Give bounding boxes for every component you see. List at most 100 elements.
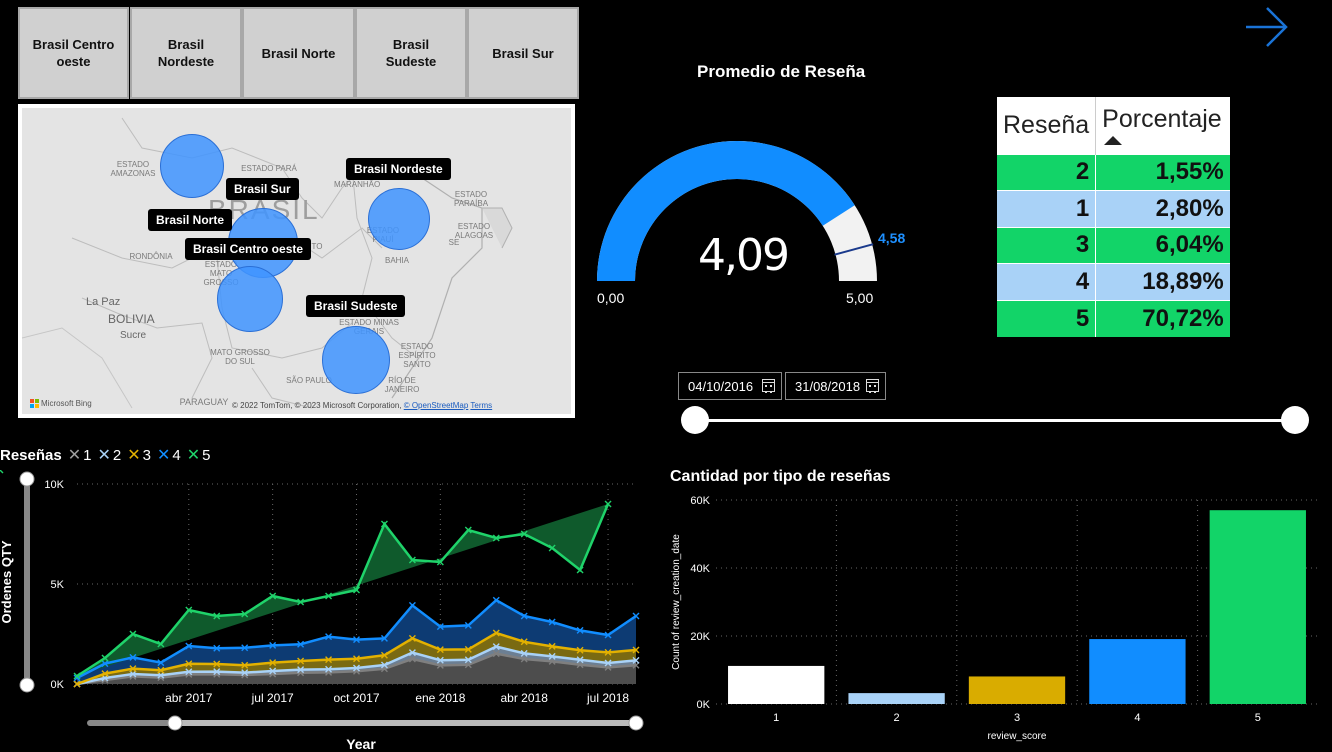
region-button-sudeste[interactable]: Brasil Sudeste: [355, 7, 467, 99]
map-bubble-norte[interactable]: [160, 134, 224, 198]
score-count-bar-chart: 0K 20K 40K 60K 1 2 3 4 5 review_score Count of rev…: [671, 495, 1318, 742]
bar-score-1[interactable]: [728, 665, 825, 704]
column-header-resena[interactable]: Reseña: [997, 97, 1097, 154]
map-tag-sudeste: Brasil Sudeste: [306, 295, 406, 317]
y-tick-label: 5K: [51, 579, 65, 591]
y-tick-label: 0K: [51, 679, 65, 691]
table-row[interactable]: 3 6,04%: [997, 226, 1230, 264]
y-tick-label: 60K: [690, 495, 710, 507]
calendar-icon[interactable]: [762, 379, 775, 393]
y-tick-label: 0K: [697, 699, 711, 711]
calendar-icon[interactable]: [866, 379, 879, 393]
map-tag-norte: Brasil Norte: [148, 209, 233, 231]
percentage-cell: 6,04%: [1095, 226, 1230, 264]
gauge-min-label: 0,00: [597, 290, 625, 306]
y-tick-label: 10K: [44, 479, 64, 491]
map-label-sucre: Sucre: [120, 330, 147, 341]
bar-chart-title: Cantidad por tipo de reseñas: [670, 468, 891, 485]
legend-label: 5: [202, 446, 211, 464]
microsoft-logo-icon: [30, 399, 39, 408]
map-bubble-sudeste[interactable]: [322, 326, 390, 394]
bing-logo: Microsoft Bing: [30, 399, 92, 408]
legend-item-4[interactable]: ✕ 4: [157, 445, 181, 465]
map-label-mato-grosso-sul: MATO GROSSO DO SUL: [210, 348, 270, 366]
percentage-cell: 2,80%: [1095, 190, 1230, 227]
next-page-arrow-icon[interactable]: [1243, 5, 1291, 49]
legend-label: 4: [172, 446, 181, 464]
region-button-norte[interactable]: Brasil Norte: [242, 7, 355, 99]
score-cell: 5: [997, 299, 1097, 337]
map-bubble-nordeste[interactable]: [368, 188, 430, 250]
map-label-espirito: ESTADO ESPÍRITO SANTO: [398, 342, 436, 369]
x-tick-label: oct 2017: [333, 691, 379, 705]
legend-marker-icon: ✕: [186, 447, 201, 464]
score-cell: 3: [997, 226, 1097, 264]
y-range-top-handle[interactable]: [19, 471, 35, 487]
date-range-end-handle[interactable]: [1281, 406, 1309, 434]
map-label-rondonia: RONDÔNIA: [129, 252, 173, 261]
legend-label: 3: [142, 446, 151, 464]
score-percentage-table: Reseña Porcentaje 2 1,55% 1 2,80% 3 6,04% 4 18,…: [997, 97, 1230, 337]
map-label-bahia: BAHIA: [384, 256, 409, 265]
x-tick-label: 2: [894, 712, 900, 724]
start-date-input[interactable]: 04/10/2016: [678, 372, 782, 400]
x-range-end-handle[interactable]: [628, 715, 644, 731]
y-range-bottom-handle[interactable]: [19, 677, 35, 693]
column-header-porcentaje[interactable]: Porcentaje: [1095, 97, 1230, 154]
y-axis-label: Ordenes QTY: [0, 540, 14, 623]
legend-item-5[interactable]: ✕ 5: [187, 445, 211, 465]
map-label-paraiba: ESTADO PARAÍBA: [453, 190, 489, 208]
map-bubble-centro-oeste[interactable]: [217, 266, 283, 332]
x-tick-label: abr 2018: [501, 691, 549, 705]
region-map[interactable]: ESTADO AMAZONAS ESTADO PARÁ MARANHÃO RON…: [18, 104, 575, 418]
gauge-max-label: 5,00: [846, 290, 874, 306]
gauge-value: 4,09: [698, 230, 790, 281]
y-tick-label: 20K: [690, 631, 710, 643]
percentage-cell: 70,72%: [1095, 299, 1230, 337]
map-attribution-text: © 2022 TomTom, © 2023 Microsoft Corporat…: [232, 401, 404, 410]
date-range-start-handle[interactable]: [681, 406, 709, 434]
legend-title: Reseñas: [0, 446, 62, 464]
table-row[interactable]: 5 70,72%: [997, 299, 1230, 337]
table-row[interactable]: 4 18,89%: [997, 263, 1230, 300]
x-tick-label: jul 2018: [586, 691, 629, 705]
legend-label: 1: [83, 446, 92, 464]
legend-item-1[interactable]: ✕ 1: [68, 445, 92, 465]
score-cell: 2: [997, 153, 1097, 191]
legend-item-2[interactable]: ✕ 2: [97, 445, 121, 465]
end-date-value: 31/08/2018: [795, 378, 861, 394]
legend-item-3[interactable]: ✕ 3: [127, 445, 151, 465]
map-label-se: SE: [448, 238, 460, 247]
x-tick-label: jul 2017: [251, 691, 294, 705]
map-label-para: ESTADO PARÁ: [241, 164, 297, 173]
map-label-maranhao: MARANHÃO: [334, 180, 381, 189]
column-header-resena-label: Reseña: [1003, 110, 1090, 139]
x-tick-label: 5: [1255, 712, 1261, 724]
bing-label: Microsoft Bing: [41, 399, 92, 408]
gauge-target-label: 4,58: [878, 230, 906, 246]
map-label-bolivia: BOLIVIA: [108, 312, 155, 326]
bar-score-5[interactable]: [1209, 510, 1306, 704]
orders-area-chart: 0K 5K 10K abr 2017 jul 2017 oct 2017 ene 2018 a…: [0, 470, 644, 752]
table-row[interactable]: 2 1,55%: [997, 153, 1230, 191]
percentage-cell: 18,89%: [1095, 263, 1230, 300]
x-tick-label: 1: [773, 712, 779, 724]
openstreetmap-link[interactable]: © OpenStreetMap: [404, 401, 469, 410]
region-button-centro-oeste[interactable]: Brasil Centro oeste: [18, 7, 129, 99]
data-point[interactable]: [0, 470, 4, 474]
x-range-start-handle[interactable]: [167, 715, 183, 731]
terms-link[interactable]: Terms: [470, 401, 492, 410]
region-button-nordeste[interactable]: Brasil Nordeste: [130, 7, 242, 99]
table-row[interactable]: 1 2,80%: [997, 190, 1230, 227]
bar-score-4[interactable]: [1089, 639, 1186, 704]
end-date-input[interactable]: 31/08/2018: [785, 372, 886, 400]
x-axis-label: Year: [346, 736, 376, 752]
region-button-sur[interactable]: Brasil Sur: [467, 7, 579, 99]
y-axis-label: Count of review_creation_date: [671, 534, 682, 670]
bar-score-3[interactable]: [968, 676, 1066, 704]
bar-score-2[interactable]: [848, 693, 945, 704]
map-background: [22, 117, 513, 409]
date-range-track[interactable]: [695, 419, 1295, 422]
map-label-rio: RÍO DE JANEIRO: [384, 376, 420, 394]
column-header-porcentaje-label: Porcentaje: [1102, 105, 1222, 134]
